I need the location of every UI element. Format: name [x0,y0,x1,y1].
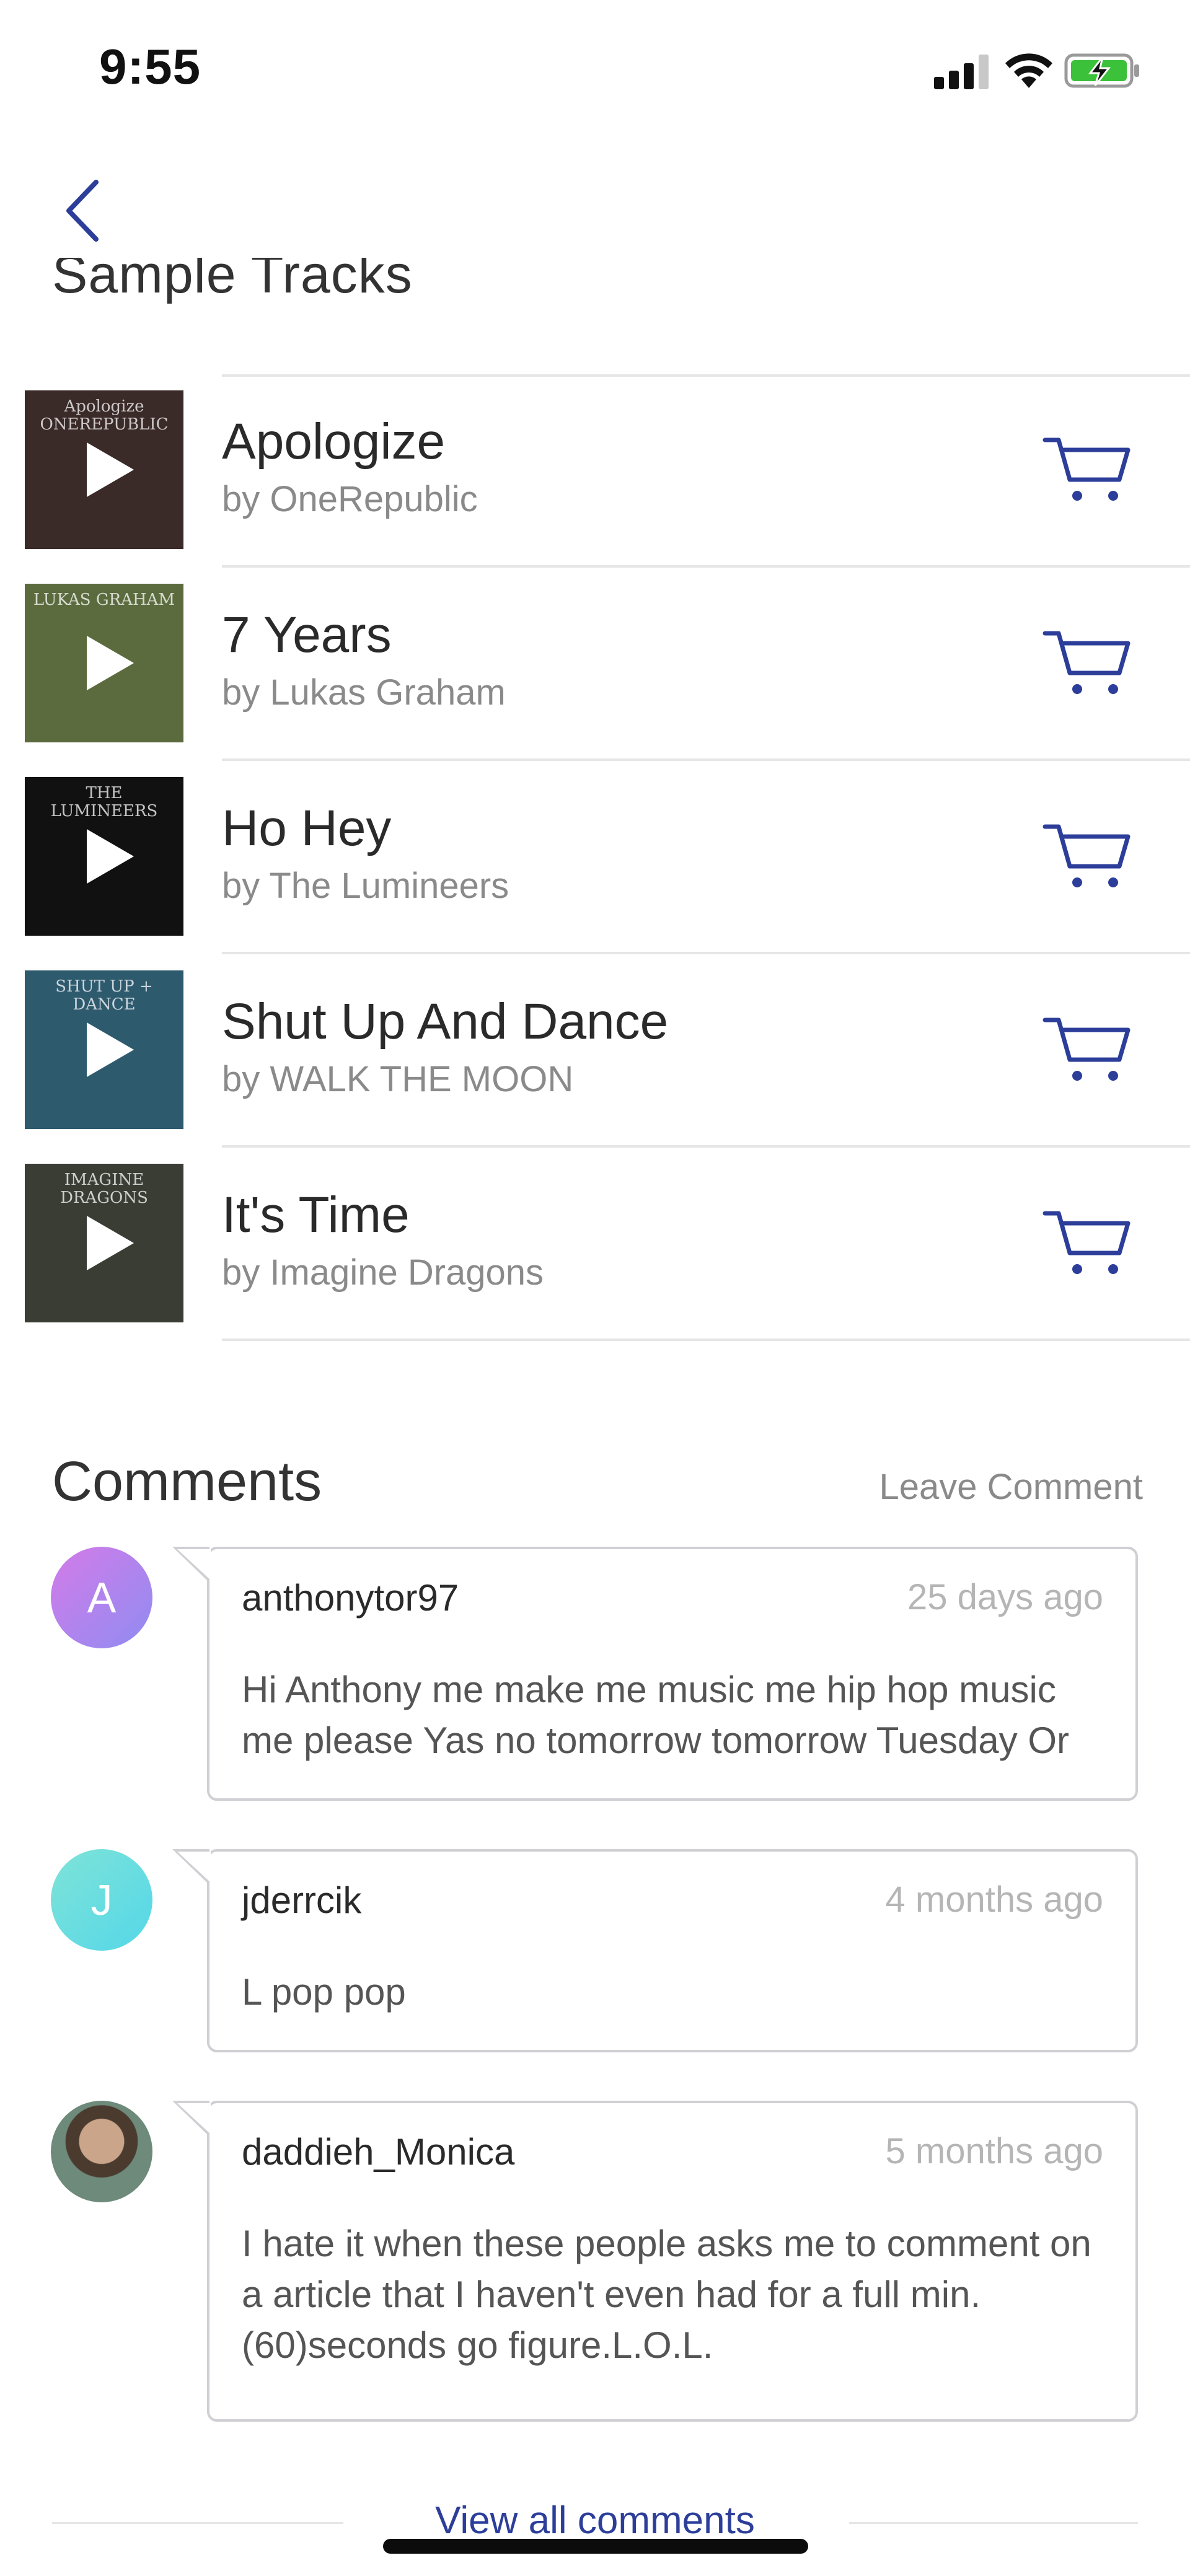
track-title: Ho Hey [222,800,392,856]
chevron-left-icon [66,180,99,242]
comment-bubble: jderrcik 4 months ago L pop pop [172,1849,1138,2052]
album-cover-text: SHUT UP + DANCE [55,977,153,1014]
track-artist: by WALK THE MOON [222,1059,574,1099]
track-row[interactable]: THE LUMINEERS Ho Hey by The Lumineers [0,761,1190,954]
track-artist: by OneRepublic [222,479,478,519]
play-icon[interactable] [87,829,134,884]
album-cover[interactable]: LUKAS GRAHAM [25,584,183,742]
leave-comment-button[interactable]: Leave Comment [879,1466,1143,1508]
view-all-comments-link[interactable]: View all comments [0,2499,1190,2543]
track-artist: by Lukas Graham [222,672,506,713]
status-time: 9:55 [99,39,201,94]
track-row[interactable]: IMAGINE DRAGONS It's Time by Imagine Dra… [0,1148,1190,1341]
add-to-cart-button[interactable] [1041,1205,1140,1285]
track-title: Shut Up And Dance [222,993,669,1050]
avatar-letter: A [87,1573,117,1622]
avatar-letter: J [90,1876,113,1924]
comment-timestamp: 4 months ago [885,1879,1103,1920]
cart-icon [1042,631,1130,694]
play-icon[interactable] [87,1216,134,1270]
album-cover[interactable]: IMAGINE DRAGONS [25,1164,183,1322]
bubble-tail-fill [177,1852,211,1883]
track-list: Apologize ONEREPUBLIC Apologize by OneRe… [0,374,1190,1341]
avatar[interactable]: A [51,1547,152,1648]
album-cover[interactable]: THE LUMINEERS [25,777,183,936]
comments-header: Comments Leave Comment [52,1450,1143,1524]
comment-text: L pop pop [242,1971,406,2013]
track-row[interactable]: LUKAS GRAHAM 7 Years by Lukas Graham [0,568,1190,761]
bubble-tail-fill [177,2103,211,2134]
track-title: Apologize [222,413,446,470]
home-indicator [383,2539,808,2554]
add-to-cart-button[interactable] [1041,818,1140,899]
album-cover-text: IMAGINE DRAGONS [60,1171,148,1207]
comment-timestamp: 5 months ago [885,2131,1103,2171]
track-artist: by The Lumineers [222,866,509,906]
bubble-tail-fill [177,1549,211,1580]
divider [222,1339,1190,1341]
cart-icon [1042,1018,1130,1081]
add-to-cart-button[interactable] [1041,625,1140,705]
status-bar: 9:55 [0,0,1190,143]
track-row[interactable]: Apologize ONEREPUBLIC Apologize by OneRe… [0,374,1190,568]
album-cover-text: LUKAS GRAHAM [33,591,175,609]
album-cover-text: THE LUMINEERS [50,784,158,820]
avatar[interactable]: J [51,1849,152,1951]
comment-username[interactable]: jderrcik [242,1879,361,1922]
play-icon[interactable] [87,442,134,497]
comments-title: Comments [52,1451,322,1513]
track-title: 7 Years [222,607,392,663]
cart-icon [1042,437,1130,501]
cart-icon [1042,1211,1130,1274]
track-title: It's Time [222,1187,410,1243]
track-row[interactable]: SHUT UP + DANCE Shut Up And Dance by WAL… [0,954,1190,1148]
comment-text: Hi Anthony me make me music me hip hop m… [242,1669,1069,1761]
battery-charging-icon [1064,53,1139,88]
album-cover[interactable]: Apologize ONEREPUBLIC [25,390,183,549]
play-icon[interactable] [87,1022,134,1077]
wifi-icon [1005,53,1052,88]
comment-text: I hate it when these people asks me to c… [242,2223,1091,2366]
comment-timestamp: 25 days ago [907,1577,1103,1617]
add-to-cart-button[interactable] [1041,431,1140,512]
cart-icon [1042,824,1130,887]
play-icon[interactable] [87,636,134,690]
comment-username[interactable]: anthonytor97 [242,1576,459,1619]
comment-bubble: daddieh_Monica 5 months ago I hate it wh… [172,2101,1138,2422]
comment-username[interactable]: daddieh_Monica [242,2130,514,2173]
comment-bubble: anthonytor97 25 days ago Hi Anthony me m… [172,1547,1138,1801]
track-artist: by Imagine Dragons [222,1252,544,1293]
avatar[interactable] [51,2101,152,2202]
section-title: Sample Tracks [52,258,413,320]
cellular-signal-icon [934,55,989,89]
album-cover[interactable]: SHUT UP + DANCE [25,970,183,1129]
album-cover-text: Apologize ONEREPUBLIC [40,397,169,434]
add-to-cart-button[interactable] [1041,1011,1140,1092]
section-title-text: Sample Tracks [52,258,413,304]
back-button[interactable] [55,174,110,248]
